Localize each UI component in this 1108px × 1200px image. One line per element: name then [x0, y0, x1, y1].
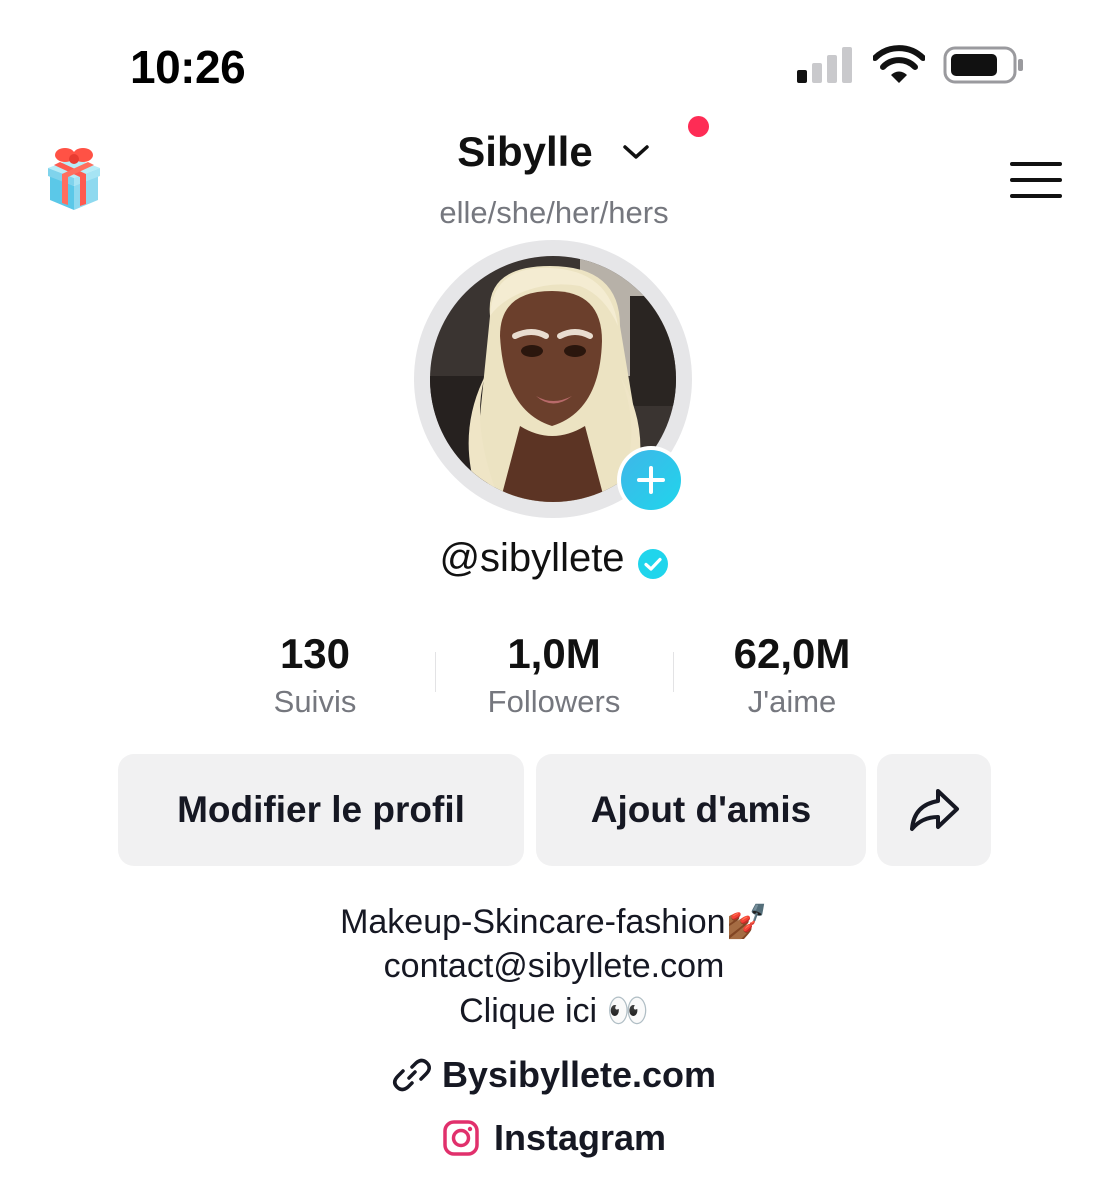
edit-profile-button[interactable]: Modifier le profil: [118, 754, 524, 866]
following-count: 130: [279, 630, 351, 677]
add-friends-button[interactable]: Ajout d'amis: [536, 754, 866, 866]
website-label: Bysibyllete.com: [441, 1054, 717, 1095]
cellular-signal-icon: [797, 47, 852, 83]
status-time: 10:26: [130, 41, 246, 93]
stat-likes[interactable]: 62,0M J'aime: [672, 630, 912, 720]
followers-label: Followers: [487, 684, 621, 719]
verified-badge-icon: [637, 548, 668, 579]
following-label: Suivis: [273, 684, 357, 719]
instagram-label: Instagram: [493, 1117, 667, 1158]
stat-following[interactable]: 130 Suivis: [195, 630, 435, 720]
instagram-icon: [443, 1120, 479, 1156]
handle-row: @sibyllete: [0, 536, 1108, 581]
wifi-icon: [873, 45, 925, 83]
battery-icon: [943, 46, 1023, 84]
account-switcher[interactable]: Sibylle: [0, 128, 1108, 176]
stat-followers[interactable]: 1,0M Followers: [434, 630, 674, 720]
link-icon: [392, 1058, 431, 1092]
share-arrow-icon: [910, 789, 959, 831]
chevron-down-icon: [622, 145, 649, 159]
username-handle: @sibyllete: [439, 536, 625, 580]
add-story-button[interactable]: [617, 446, 685, 514]
share-button[interactable]: [877, 754, 991, 866]
bio-line-2: contact@sibyllete.com: [383, 947, 725, 985]
pronouns: elle/she/her/hers: [439, 195, 669, 230]
hamburger-menu-icon[interactable]: [1010, 160, 1062, 200]
website-link[interactable]: Bysibyllete.com: [0, 1054, 1108, 1096]
bio-line-3: Clique ici 👀: [459, 992, 649, 1030]
display-name: Sibylle: [457, 128, 593, 175]
likes-count: 62,0M: [733, 630, 851, 677]
notification-dot: [688, 116, 709, 137]
plus-icon: [637, 466, 665, 494]
instagram-link[interactable]: Instagram: [0, 1117, 1108, 1159]
likes-label: J'aime: [747, 684, 837, 719]
bio-line-1: Makeup-Skincare-fashion💅🏾: [340, 903, 768, 941]
followers-count: 1,0M: [507, 630, 601, 677]
